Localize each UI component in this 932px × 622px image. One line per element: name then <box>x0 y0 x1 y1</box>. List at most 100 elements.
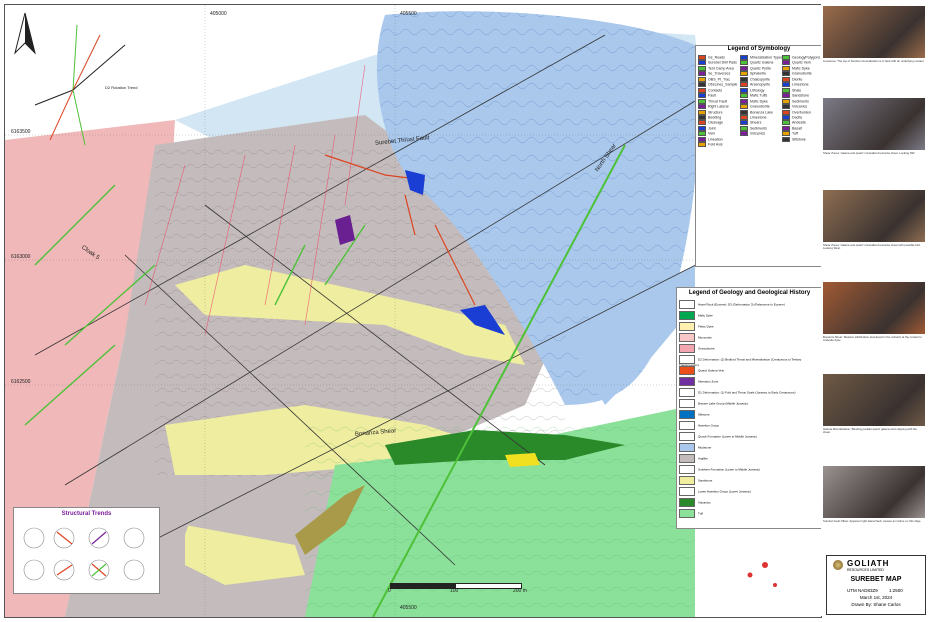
geology-label: D1 Deformation: (1) Fold and Thrust Scal… <box>698 390 796 395</box>
photo-caption: Shear Zones: Galena and quartz mineraliz… <box>823 151 916 155</box>
field-photo[interactable] <box>823 374 925 426</box>
geology-swatch <box>679 377 695 386</box>
geology-row: Alteration Zone <box>679 377 820 386</box>
symbology-label: Fault <box>708 93 716 98</box>
symbology-label: Bonanza Lake <box>750 109 773 114</box>
symbology-label: OBS_Pt_Trac <box>708 77 731 82</box>
geology-label: Tuff <box>698 511 704 516</box>
field-photo[interactable] <box>823 190 925 242</box>
legend-swatch <box>698 131 706 137</box>
geology-row: Volcanics <box>679 498 820 507</box>
drawn-by: Drawn By: Shane Carlos <box>851 602 901 607</box>
map-date: March 1st, 2024 <box>859 595 893 600</box>
legend-swatch <box>782 82 790 88</box>
symbology-item: Volcanics <box>740 131 780 137</box>
legend-swatch <box>782 55 790 60</box>
symbology-label: Right Lateral <box>708 104 729 109</box>
symbology-label: Quartz Vein <box>792 60 811 65</box>
field-photo[interactable] <box>823 466 925 518</box>
geology-swatch <box>679 344 695 353</box>
geology-swatch <box>679 421 695 430</box>
symbology-item: Fold Axis <box>698 142 738 148</box>
photo-caption: Limestone: The top of Surebet mineraliza… <box>823 59 925 63</box>
symbology-label: Mafic Tuffs <box>750 93 768 98</box>
map-panel[interactable]: 6163500 6163000 6162500 405000 405500 40… <box>4 4 822 618</box>
geology-title: Legend of Geology and Geological History <box>688 290 811 296</box>
geology-label: Siltstone <box>698 412 710 417</box>
symbology-label: Cleavage <box>708 120 724 125</box>
scale-label: 200 m <box>513 588 527 594</box>
structural-trends-box: Structural Trends <box>13 507 160 594</box>
symbology-item: Siltstone <box>782 136 821 142</box>
symbology-label: Gs_Roads <box>708 55 725 60</box>
geology-label: Lower Hazelton Group (Lower Jurassic) <box>698 489 751 494</box>
legend-swatch <box>782 87 790 93</box>
legend-swatch <box>782 60 790 66</box>
geology-label: Smithers Formation (Lower to Middle Jura… <box>698 467 761 472</box>
legend-swatch <box>782 104 790 110</box>
geology-row: Mafic Dyke <box>679 311 820 320</box>
legend-swatch <box>782 76 790 82</box>
legend-swatch <box>698 120 706 126</box>
symbology-label: Mafic Dyke <box>750 99 768 104</box>
geology-row: Monzonite <box>679 333 820 342</box>
geology-label: Quartz Galena Vein <box>698 368 725 373</box>
symbology-label: Tuff <box>792 131 798 136</box>
structural-trends-title: Structural Trends <box>61 511 112 517</box>
geology-swatch <box>679 311 695 320</box>
legend-swatch <box>698 87 706 93</box>
geology-label: Alteration Zone <box>698 379 719 384</box>
symbology-label: Granodiorite <box>792 71 812 76</box>
geology-label: Volcanics <box>698 500 711 505</box>
geology-row: Felsic Dyke <box>679 322 820 331</box>
geology-label: Argillite <box>698 456 708 461</box>
field-photo[interactable] <box>823 282 925 334</box>
legend-swatch <box>698 76 706 82</box>
symbology-label: Contacts <box>708 88 723 93</box>
symbology-label: Quartz Galena <box>750 60 774 65</box>
geology-row: Mudstone <box>679 443 820 452</box>
geology-swatch <box>679 443 695 452</box>
symbology-label: Vein <box>708 131 715 136</box>
legend-swatch <box>740 125 748 131</box>
geology-label: Sandstone <box>698 478 713 483</box>
geology-swatch <box>679 432 695 441</box>
symbology-label: Sediments <box>750 126 767 131</box>
field-photo[interactable] <box>823 6 925 58</box>
geology-row: Quock Formation (Lower to Middle Jurassi… <box>679 432 820 441</box>
field-photo[interactable] <box>823 98 925 150</box>
rose-label: D2 Rotation Trend <box>105 85 138 90</box>
legend-swatch <box>740 98 748 104</box>
legend-swatch <box>698 125 706 131</box>
map-sheet: 6163500 6163000 6162500 405000 405500 40… <box>0 0 932 622</box>
legend-swatch <box>698 60 706 66</box>
symbology-label: Tent Camp Area <box>708 66 734 71</box>
legend-swatch <box>698 104 706 110</box>
legend-swatch <box>782 109 790 115</box>
symbology-col2: Mineralization Types Quartz Galena Quartz … <box>740 55 783 137</box>
geology-swatch <box>679 410 695 419</box>
geology-swatch <box>679 300 695 309</box>
geology-swatch <box>679 498 695 507</box>
scale-label: 0 <box>388 588 391 594</box>
legend-swatch <box>782 120 790 126</box>
legend-swatch <box>782 93 790 99</box>
geology-row: Smithers Formation (Lower to Middle Jura… <box>679 465 820 474</box>
geology-swatch <box>679 366 695 375</box>
symbology-label: Thrust Fault <box>708 99 728 104</box>
northing-label: 6163000 <box>11 254 31 260</box>
geology-swatch <box>679 333 695 342</box>
geology-row: Lower Hazelton Group (Lower Jurassic) <box>679 487 820 496</box>
easting-label: 405500 <box>400 11 417 17</box>
geology-swatch <box>679 399 695 408</box>
symbology-title: Legend of Symbology <box>727 46 791 52</box>
geology-row: Granodiorite <box>679 344 820 353</box>
geology-row: Tuff <box>679 509 820 518</box>
symbology-label: Sphalerite <box>750 71 767 76</box>
title-block: GOLIATH RESOURCES LIMITED SUREBET MAP UT… <box>826 555 926 615</box>
symbology-label: Shears <box>750 120 762 125</box>
stereonet-icons <box>23 527 145 581</box>
geology-row: Argillite <box>679 454 820 463</box>
geology-label: Felsic Dyke <box>698 324 714 329</box>
symbology-label: Shale <box>792 88 802 93</box>
